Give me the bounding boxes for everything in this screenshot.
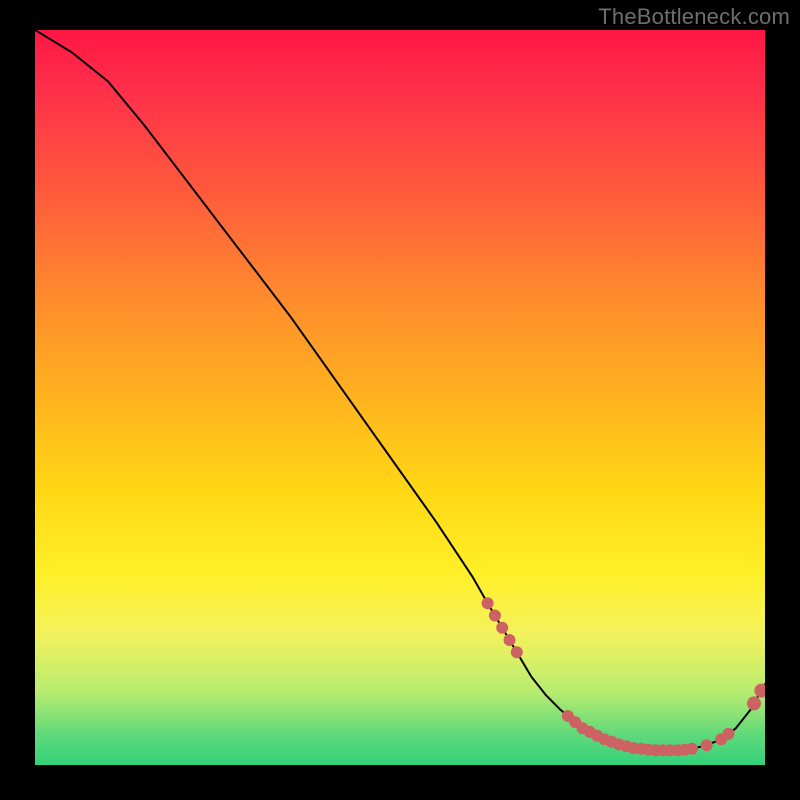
data-marker bbox=[686, 743, 698, 755]
data-marker bbox=[747, 696, 761, 710]
data-markers bbox=[482, 597, 765, 756]
chart-svg bbox=[35, 30, 765, 765]
watermark-text: TheBottleneck.com bbox=[598, 4, 790, 30]
data-marker bbox=[482, 597, 494, 609]
data-marker bbox=[489, 610, 501, 622]
plot-area bbox=[35, 30, 765, 765]
data-marker bbox=[754, 684, 765, 698]
bottleneck-curve bbox=[35, 30, 765, 750]
data-marker bbox=[701, 739, 713, 751]
chart-frame: TheBottleneck.com bbox=[0, 0, 800, 800]
data-marker bbox=[723, 728, 735, 740]
data-marker bbox=[496, 622, 508, 634]
data-marker bbox=[504, 634, 516, 646]
data-marker bbox=[511, 646, 523, 658]
